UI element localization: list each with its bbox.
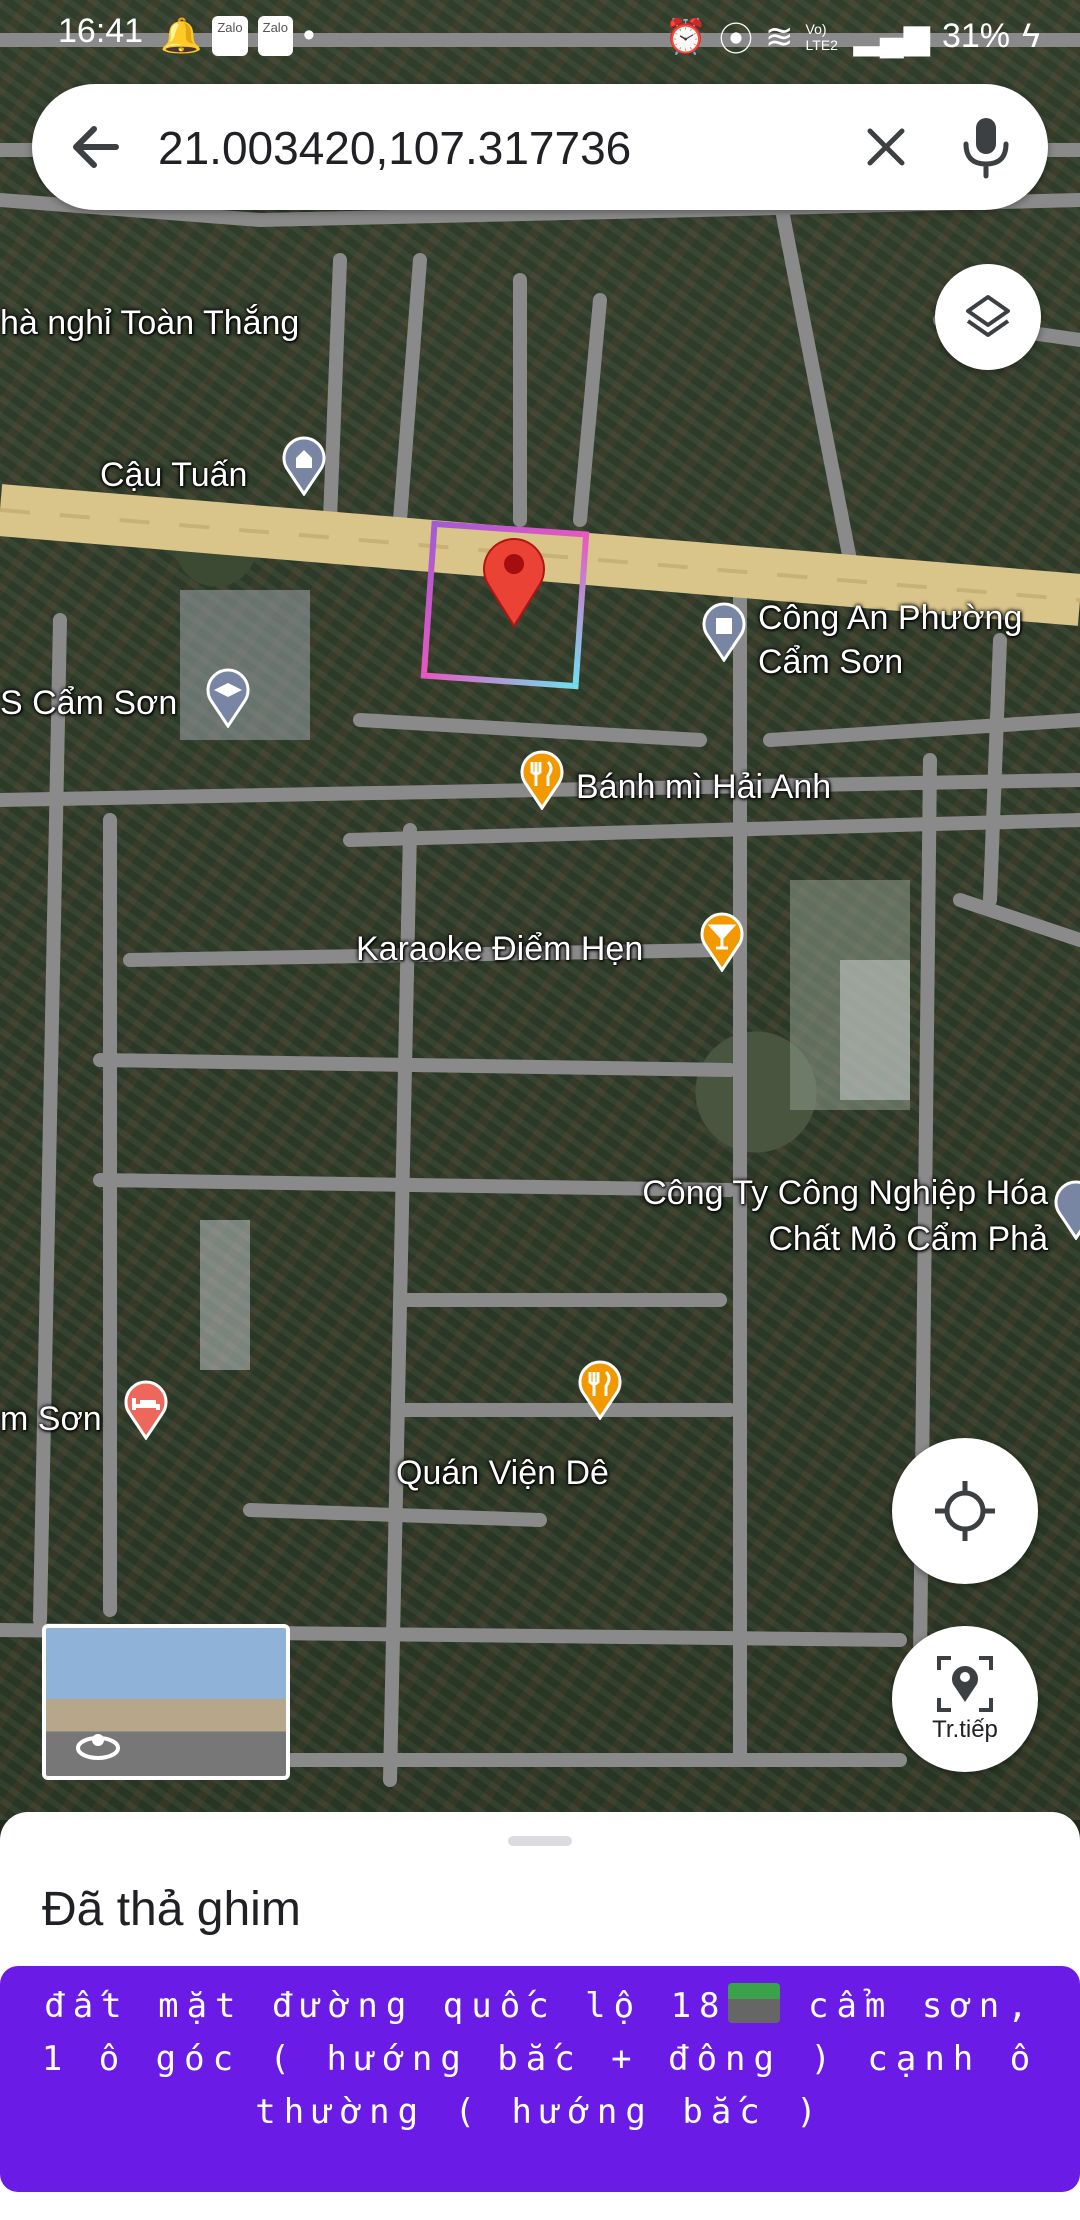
street-view-icon: [76, 1734, 120, 1760]
live-view-icon: [937, 1656, 993, 1712]
zalo-notification-icon: Zalo: [212, 16, 248, 56]
back-arrow-icon[interactable]: [66, 117, 126, 177]
signal-icon: ▂▄▆: [853, 17, 930, 56]
dropped-pin-icon[interactable]: [478, 532, 550, 628]
charging-icon: ϟ: [1022, 17, 1040, 55]
map-label-cong-an-text: Công An Phường Cẩm Sơn: [758, 599, 1023, 681]
search-input[interactable]: [156, 112, 840, 184]
map-label-banh-mi-hai-anh[interactable]: Bánh mì Hải Anh: [576, 764, 831, 810]
status-time: 16:41: [58, 12, 144, 50]
location-icon: ⦿: [719, 21, 754, 59]
search-bar: [32, 84, 1048, 210]
live-view-label: Tr.tiếp: [932, 1716, 998, 1743]
crosshair-icon: [935, 1481, 995, 1541]
drag-handle[interactable]: [508, 1836, 572, 1846]
restaurant-icon[interactable]: [576, 1360, 624, 1420]
network-label: Vo) LTE2: [805, 20, 838, 53]
layers-icon: [966, 295, 1010, 337]
map-label-hotel-cam-son[interactable]: m Sơn: [0, 1396, 102, 1442]
wifi-icon: ≋: [765, 17, 794, 56]
map-label-quan-vien-de[interactable]: Quán Viện Dê: [396, 1450, 609, 1496]
microphone-icon[interactable]: [956, 114, 1016, 180]
status-bar: 16:41 🔔 Zalo Zalo • ⏰ ⦿ ≋ Vo) LTE2 ▂▄▆ 3…: [0, 0, 1080, 66]
map-label-hotel-toan-thang[interactable]: hà nghỉ Toàn Thắng: [0, 300, 299, 346]
map-label-cau-tuan[interactable]: Cậu Tuấn: [100, 452, 247, 498]
company-icon[interactable]: [1052, 1180, 1080, 1240]
notification-icon: 🔔: [160, 17, 203, 55]
map-label-cong-an[interactable]: Công An Phường Cẩm Sơn: [758, 596, 1078, 684]
map-view[interactable]: hà nghỉ Toàn Thắng Cậu Tuấn Công An Phườ…: [0, 0, 1080, 1820]
dot-icon: •: [302, 16, 315, 54]
layers-button[interactable]: [935, 264, 1041, 370]
my-location-button[interactable]: [892, 1438, 1038, 1584]
live-view-button[interactable]: Tr.tiếp: [892, 1626, 1038, 1772]
map-label-cong-ty-hoa-chat-text: Công Ty Công Nghiệp Hóa Chất Mỏ Cẩm Phả: [642, 1174, 1048, 1258]
battery-label: 31%: [941, 17, 1010, 55]
map-label-cong-ty-hoa-chat[interactable]: Công Ty Công Nghiệp Hóa Chất Mỏ Cẩm Phả: [628, 1170, 1048, 1262]
caption-overlay: đất mặt đường quốc lộ 18 cẩm sơn, 1 ô gó…: [0, 1966, 1080, 2192]
sheet-title: Đã thả ghim: [42, 1883, 301, 1936]
close-icon[interactable]: [858, 119, 914, 175]
bar-icon[interactable]: [698, 912, 746, 972]
school-icon[interactable]: [204, 668, 252, 728]
hotel-icon[interactable]: [122, 1380, 170, 1440]
caption-text-start: đất mặt đường quốc lộ 18: [44, 1986, 728, 2026]
map-label-karaoke-diem-hen[interactable]: Karaoke Điểm Hẹn: [356, 926, 643, 972]
alarm-icon: ⏰: [664, 17, 708, 56]
police-icon[interactable]: [700, 602, 748, 662]
highway-emoji-icon: [727, 1983, 780, 2023]
restaurant-icon[interactable]: [518, 750, 566, 810]
street-view-thumbnail[interactable]: [42, 1624, 290, 1780]
zalo-notification-icon: Zalo: [257, 16, 293, 56]
place-of-worship-icon[interactable]: [280, 436, 328, 496]
map-label-school[interactable]: S Cẩm Sơn: [0, 680, 177, 726]
